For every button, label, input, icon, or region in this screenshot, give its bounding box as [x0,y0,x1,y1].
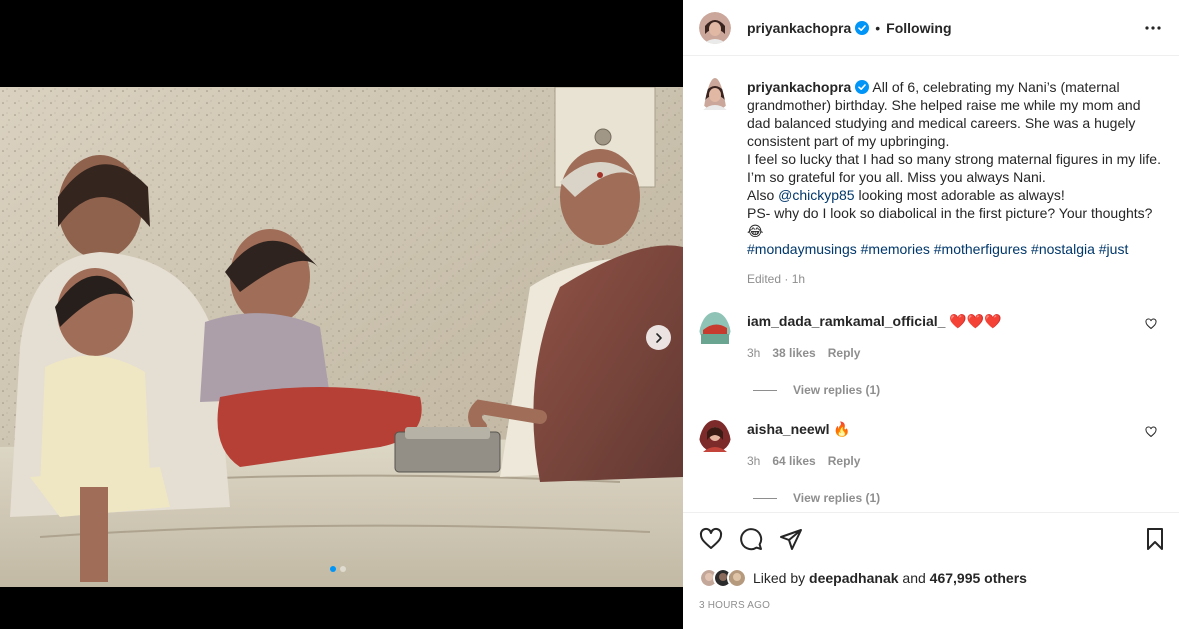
avatar-image [729,570,745,586]
post-media [0,0,683,629]
more-horizontal-icon[interactable] [1143,18,1163,38]
like-heart-icon[interactable] [699,527,723,551]
caption-ps: PS- why do I look so diabolical in the f… [747,205,1153,239]
author-avatar[interactable] [699,11,731,44]
view-replies-label: View replies (1) [793,491,881,505]
liked-by-and: and [902,570,926,586]
replies-divider-line [753,389,777,391]
caption-text: priyankachopra All of 6, celebrating my … [747,78,1167,288]
comment-text: 🔥 [833,421,851,437]
post-photo[interactable] [0,87,683,587]
verified-badge-icon [855,80,870,94]
commenter-avatar[interactable] [699,420,731,470]
comment-time[interactable]: 3h [747,344,760,362]
caption-username[interactable]: priyankachopra [747,79,851,95]
comment-item: aisha_neewl 🔥 3h 64 likes Reply [699,420,1169,470]
comment-reply-button[interactable]: Reply [828,344,861,362]
header-separator: • [875,19,881,36]
save-bookmark-icon[interactable] [1143,527,1167,551]
likes-summary: Liked by deepadhanak and 467,995 others [699,568,1027,588]
liker-avatar[interactable] [727,568,747,588]
hashtag-link[interactable]: #nostalgia [1031,241,1095,257]
caption-mention-link[interactable]: @chickyp85 [778,187,854,203]
comment-item: iam_dada_ramkamal_official_ ❤️❤️❤️ 3h 38… [699,312,1169,362]
post-caption: priyankachopra All of 6, celebrating my … [699,78,1167,288]
family-photo-illustration [0,87,683,587]
comment-username[interactable]: aisha_neewl [747,421,830,437]
view-replies-button[interactable]: View replies (1) [753,383,880,397]
comment-username[interactable]: iam_dada_ramkamal_official_ [747,313,945,329]
comment-bubble-icon[interactable] [739,527,763,551]
caption-line-3: Also @chickyp85 looking most adorable as… [747,186,1167,204]
comment-text: ❤️❤️❤️ [949,313,1002,329]
carousel-indicator [330,566,346,572]
verified-badge-icon [855,20,870,35]
post-header: priyankachopra • Following [683,0,1179,56]
view-replies-label: View replies (1) [793,383,881,397]
following-button[interactable]: Following [886,20,951,36]
hashtag-link[interactable]: #memories [861,241,930,257]
comment-like-heart-icon[interactable] [1145,426,1157,438]
caption-hashtags: #mondaymusings #memories #motherfigures … [747,240,1167,258]
avatar-image [699,78,731,110]
comment-time[interactable]: 3h [747,452,760,470]
author-username[interactable]: priyankachopra [747,20,851,36]
carousel-next-button[interactable] [646,325,671,350]
avatar-image [699,312,731,344]
avatar-image [699,420,731,452]
view-replies-button[interactable]: View replies (1) [753,491,880,505]
comment-like-heart-icon[interactable] [1145,318,1157,330]
liked-by-prefix: Liked by [753,570,806,586]
commenter-avatar[interactable] [699,312,731,362]
replies-divider-line [753,497,777,499]
caption-also-suffix: looking most adorable as always! [854,187,1065,203]
post-timestamp[interactable]: 3 HOURS AGO [699,600,770,611]
post-details-panel: priyankachopra • Following priyankachopr… [683,0,1179,629]
caption-line-2: I feel so lucky that I had so many stron… [747,151,1161,185]
chevron-right-icon [655,332,662,343]
share-paper-plane-icon[interactable] [779,527,803,551]
comment-likes[interactable]: 64 likes [772,452,815,470]
liked-by-count[interactable]: 467,995 others [930,570,1027,586]
hashtag-link[interactable]: #motherfigures [934,241,1027,257]
liker-avatars [699,568,747,588]
comment-reply-button[interactable]: Reply [828,452,861,470]
caption-author-avatar[interactable] [699,78,731,288]
carousel-dot [340,566,346,572]
hashtag-link[interactable]: #just [1099,241,1129,257]
comments-section: priyankachopra All of 6, celebrating my … [683,56,1179,512]
liked-by-user[interactable]: deepadhanak [809,570,898,586]
post-actions: Liked by deepadhanak and 467,995 others … [683,512,1179,629]
carousel-dot-active [330,566,336,572]
comment-likes[interactable]: 38 likes [772,344,815,362]
caption-also-prefix: Also [747,187,779,203]
avatar-image [699,11,731,44]
caption-edited-time: Edited · 1h [747,272,806,286]
hashtag-link[interactable]: #mondaymusings [747,241,857,257]
